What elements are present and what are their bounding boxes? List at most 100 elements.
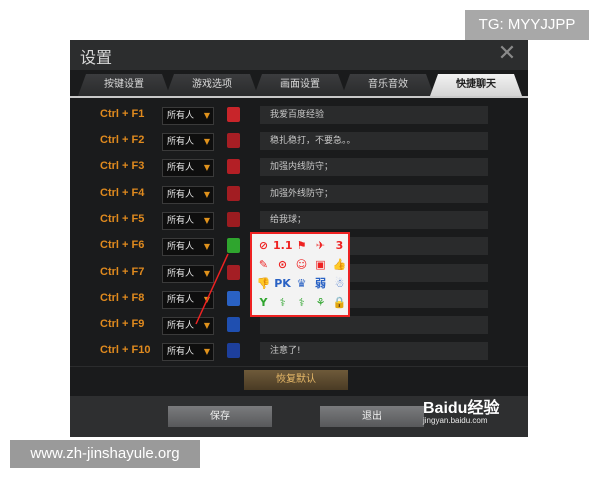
recipient-value: 所有人 bbox=[167, 347, 195, 357]
hotkey-label: Ctrl + F3 bbox=[100, 160, 145, 172]
hotkey-label: Ctrl + F6 bbox=[100, 239, 145, 251]
message-input[interactable]: 给我球； bbox=[260, 211, 488, 229]
recipient-select[interactable]: 所有人 ▼ bbox=[162, 265, 214, 283]
recipient-select[interactable]: 所有人 ▼ bbox=[162, 212, 214, 230]
emote-cell[interactable]: ✈ bbox=[311, 236, 330, 255]
recipient-select[interactable]: 所有人 ▼ bbox=[162, 291, 214, 309]
settings-window: 设置 ✕ 按键设置 游戏选项 画面设置 音乐音效 快捷聊天 Ctrl + F1 所… bbox=[70, 40, 528, 437]
emote-cell[interactable]: ☃ bbox=[330, 274, 349, 293]
hotkey-label: Ctrl + F7 bbox=[100, 266, 145, 278]
emote-picker: ⊘ 1.1 ⚑ ✈ 3 ✎ ⊙ ☺ ▣ 👍 👎 PK ♛ 弱 ☃ Y ⚕ ⚕ ⚘ 🔒 bbox=[250, 232, 350, 317]
emote-button[interactable] bbox=[227, 291, 240, 306]
emote-cell[interactable]: Y bbox=[254, 293, 273, 312]
hotkey-label: Ctrl + F8 bbox=[100, 292, 145, 304]
chat-row: Ctrl + F1 所有人 ▼ 我爱百度经验 bbox=[70, 106, 528, 126]
hotkey-label: Ctrl + F2 bbox=[100, 134, 145, 146]
hotkey-label: Ctrl + F1 bbox=[100, 108, 145, 120]
recipient-value: 所有人 bbox=[167, 190, 195, 200]
emote-button[interactable] bbox=[227, 317, 240, 332]
hotkey-label: Ctrl + F4 bbox=[100, 187, 145, 199]
message-input[interactable]: 注意了! bbox=[260, 342, 488, 360]
emote-cell[interactable]: 👎 bbox=[254, 274, 273, 293]
emote-cell[interactable]: ⊙ bbox=[273, 255, 292, 274]
emote-cell[interactable]: ⚘ bbox=[311, 293, 330, 312]
recipient-select[interactable]: 所有人 ▼ bbox=[162, 238, 214, 256]
recipient-value: 所有人 bbox=[167, 269, 195, 279]
emote-button[interactable] bbox=[227, 159, 240, 174]
watermark-url: jingyan.baidu.com bbox=[423, 416, 488, 425]
emote-cell[interactable]: 1.1 bbox=[273, 236, 293, 255]
chevron-down-icon: ▼ bbox=[203, 242, 210, 251]
emote-button[interactable] bbox=[227, 238, 240, 253]
recipient-value: 所有人 bbox=[167, 137, 195, 147]
exit-button[interactable]: 退出 bbox=[320, 406, 424, 427]
recipient-value: 所有人 bbox=[167, 242, 195, 252]
tab-quick-chat[interactable]: 快捷聊天 bbox=[430, 74, 522, 96]
hotkey-label: Ctrl + F5 bbox=[100, 213, 145, 225]
chat-row: Ctrl + F4 所有人 ▼ 加强外线防守； bbox=[70, 185, 528, 205]
emote-cell[interactable]: ⚕ bbox=[273, 293, 292, 312]
site-badge: www.zh-jinshayule.org bbox=[10, 440, 200, 468]
chat-row: Ctrl + F3 所有人 ▼ 加强内线防守； bbox=[70, 158, 528, 178]
reset-defaults-button[interactable]: 恢复默认 bbox=[244, 370, 348, 390]
baidu-watermark: Baidu经验 jingyan.baidu.com bbox=[415, 392, 527, 432]
emote-button[interactable] bbox=[227, 265, 240, 280]
emote-button[interactable] bbox=[227, 133, 240, 148]
message-input[interactable]: 我爱百度经验 bbox=[260, 106, 488, 124]
recipient-select[interactable]: 所有人 ▼ bbox=[162, 186, 214, 204]
recipient-value: 所有人 bbox=[167, 321, 195, 331]
message-input[interactable]: 稳扎稳打，不要急。。 bbox=[260, 132, 488, 150]
recipient-value: 所有人 bbox=[167, 163, 195, 173]
chat-row: Ctrl + F5 所有人 ▼ 给我球； bbox=[70, 211, 528, 231]
emote-button[interactable] bbox=[227, 212, 240, 227]
recipient-select[interactable]: 所有人 ▼ bbox=[162, 159, 214, 177]
recipient-select[interactable]: 所有人 ▼ bbox=[162, 133, 214, 151]
message-input[interactable]: 加强外线防守； bbox=[260, 185, 488, 203]
recipient-select[interactable]: 所有人 ▼ bbox=[162, 107, 214, 125]
chevron-down-icon: ▼ bbox=[203, 216, 210, 225]
recipient-select[interactable]: 所有人 ▼ bbox=[162, 317, 214, 335]
recipient-value: 所有人 bbox=[167, 295, 195, 305]
emote-cell[interactable]: ✎ bbox=[254, 255, 273, 274]
watermark-brand: Baidu经验 bbox=[423, 400, 500, 417]
tg-badge: TG: MYYJJPP bbox=[465, 10, 589, 40]
chat-row: Ctrl + F10 所有人 ▼ 注意了! bbox=[70, 342, 528, 362]
hotkey-label: Ctrl + F9 bbox=[100, 318, 145, 330]
tab-bar: 按键设置 游戏选项 画面设置 音乐音效 快捷聊天 bbox=[78, 74, 522, 96]
emote-cell[interactable]: 弱 bbox=[311, 274, 330, 293]
chevron-down-icon: ▼ bbox=[203, 111, 210, 120]
recipient-select[interactable]: 所有人 ▼ bbox=[162, 343, 214, 361]
divider bbox=[70, 366, 528, 367]
chevron-down-icon: ▼ bbox=[203, 163, 210, 172]
close-icon[interactable]: ✕ bbox=[496, 43, 518, 65]
emote-button[interactable] bbox=[227, 186, 240, 201]
emote-cell[interactable]: ♛ bbox=[292, 274, 311, 293]
emote-cell[interactable]: PK bbox=[273, 274, 292, 293]
message-input[interactable]: 加强内线防守； bbox=[260, 158, 488, 176]
hotkey-label: Ctrl + F10 bbox=[100, 344, 151, 356]
save-button[interactable]: 保存 bbox=[168, 406, 272, 427]
recipient-value: 所有人 bbox=[167, 111, 195, 121]
emote-cell[interactable]: ⚑ bbox=[292, 236, 311, 255]
emote-cell[interactable]: ⊘ bbox=[254, 236, 273, 255]
tab-underline bbox=[70, 96, 528, 98]
emote-cell[interactable]: ▣ bbox=[311, 255, 330, 274]
chevron-down-icon: ▼ bbox=[203, 347, 210, 356]
message-input[interactable] bbox=[260, 316, 488, 334]
title-bar: 设置 ✕ bbox=[70, 40, 528, 70]
emote-button[interactable] bbox=[227, 107, 240, 122]
emote-cell[interactable]: 3 bbox=[330, 236, 349, 255]
tab-audio[interactable]: 音乐音效 bbox=[342, 74, 434, 96]
emote-cell[interactable]: 🔒 bbox=[330, 293, 349, 312]
chevron-down-icon: ▼ bbox=[203, 321, 210, 330]
chat-row: Ctrl + F9 所有人 ▼ bbox=[70, 316, 528, 336]
emote-cell[interactable]: ⚕ bbox=[292, 293, 311, 312]
tab-game-options[interactable]: 游戏选项 bbox=[166, 74, 258, 96]
tab-graphics[interactable]: 画面设置 bbox=[254, 74, 346, 96]
window-title: 设置 bbox=[80, 48, 113, 67]
chat-row: Ctrl + F2 所有人 ▼ 稳扎稳打，不要急。。 bbox=[70, 132, 528, 152]
emote-cell[interactable]: ☺ bbox=[292, 255, 311, 274]
emote-button[interactable] bbox=[227, 343, 240, 358]
tab-key-settings[interactable]: 按键设置 bbox=[78, 74, 170, 96]
emote-cell[interactable]: 👍 bbox=[330, 255, 349, 274]
